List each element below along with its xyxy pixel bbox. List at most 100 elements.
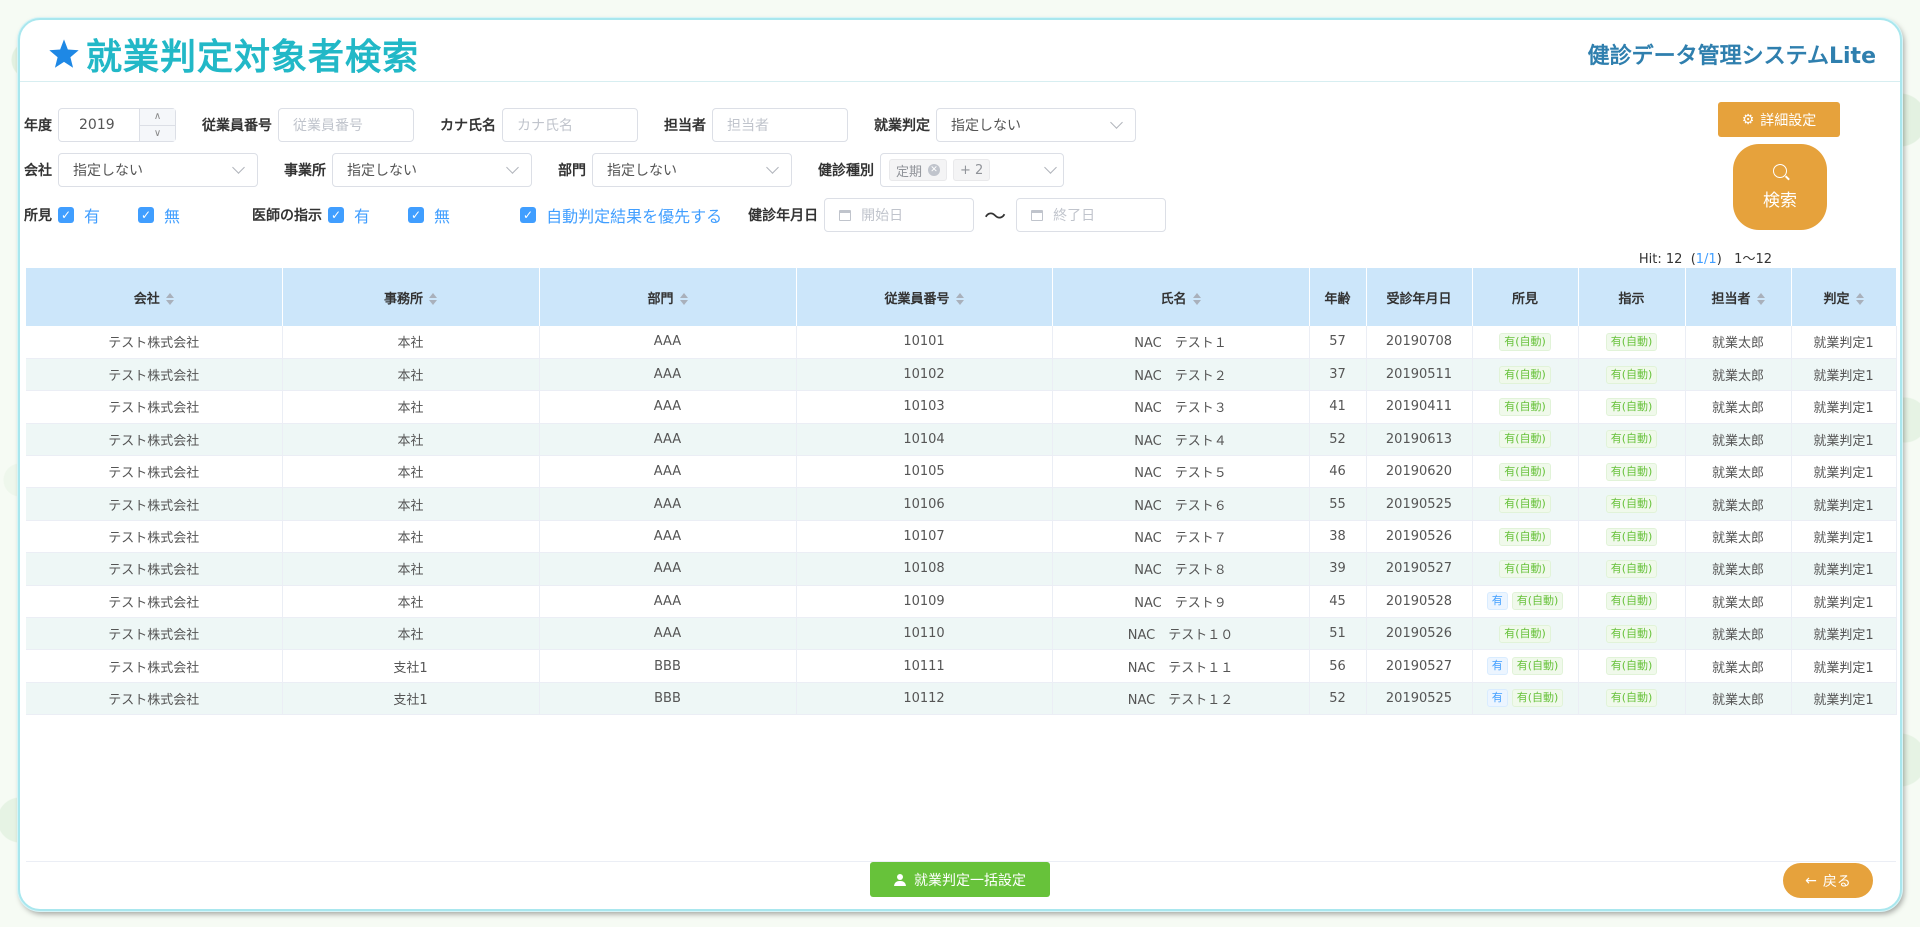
auto-priority-checkbox[interactable]: ✓	[520, 207, 537, 223]
cell-dept: AAA	[539, 585, 797, 619]
cell-staff: 就業太郎	[1685, 423, 1792, 457]
instruction-badge: 有(自動)	[1605, 365, 1658, 384]
detail-settings-label: 詳細設定	[1760, 112, 1817, 129]
sort-icon[interactable]	[1756, 293, 1765, 305]
date-start-input[interactable]: 開始日	[824, 198, 975, 232]
detail-settings-button[interactable]: ⚙ 詳細設定	[1718, 102, 1840, 137]
hit-range: 1〜12	[1734, 252, 1772, 267]
sort-icon[interactable]	[679, 293, 688, 305]
cell-instruction: 有(自動)	[1578, 326, 1686, 359]
search-button[interactable]: 検索	[1733, 144, 1827, 230]
cell-findings: 有(自動)	[1472, 390, 1579, 424]
column-header-staff[interactable]: 担当者	[1685, 268, 1792, 326]
cell-age: 41	[1309, 390, 1367, 424]
cell-office: 本社	[282, 326, 540, 359]
date-end-input[interactable]: 終了日	[1016, 198, 1167, 232]
cell-name: NAC テスト１	[1052, 326, 1310, 359]
sort-icon[interactable]	[429, 293, 437, 305]
table-row[interactable]: テスト株式会社 本社 AAA 10103 NAC テスト３ 41 20190411 有(自動)…	[26, 390, 1897, 424]
findings-no-checkbox[interactable]: ✓	[138, 207, 155, 223]
cell-employee-no: 10105	[796, 455, 1053, 489]
cell-age: 39	[1309, 552, 1367, 586]
year-stepper[interactable]: 2019 ∧ ∨	[58, 108, 176, 142]
cell-employee-no: 10102	[796, 358, 1053, 392]
findings-label: 所見	[24, 208, 52, 224]
judgement-select[interactable]: 指定しない	[936, 108, 1136, 142]
table-row[interactable]: テスト株式会社 本社 AAA 10105 NAC テスト５ 46 20190620 有(自動)…	[26, 455, 1897, 489]
table-row[interactable]: テスト株式会社 本社 AAA 10104 NAC テスト４ 52 20190613 有(自動)…	[26, 423, 1897, 457]
findings-badge: 有(自動)	[1499, 430, 1551, 449]
doctor-yes-label: 有	[354, 207, 371, 226]
cell-office: 本社	[282, 423, 540, 457]
table-row[interactable]: テスト株式会社 本社 AAA 10106 NAC テスト６ 55 20190525 有(自動)…	[26, 487, 1897, 521]
dept-select[interactable]: 指定しない	[592, 153, 792, 187]
page-title: 就業判定対象者検索	[86, 37, 420, 78]
table-row[interactable]: テスト株式会社 本社 AAA 10107 NAC テスト７ 38 20190526 有(自動)…	[26, 520, 1897, 554]
column-header-company[interactable]: 会社	[26, 268, 283, 326]
cell-dept: AAA	[539, 423, 797, 457]
staff-input[interactable]: 担当者	[712, 108, 848, 142]
table-row[interactable]: テスト株式会社 本社 AAA 10109 NAC テスト９ 45 20190528 有有(自動…	[26, 585, 1897, 619]
checkup-type-label: 健診種別	[818, 163, 874, 179]
office-select[interactable]: 指定しない	[332, 153, 532, 187]
back-button[interactable]: ← 戻る	[1783, 863, 1873, 898]
hit-page[interactable]: 1/1	[1696, 252, 1717, 267]
cell-instruction: 有(自動)	[1578, 520, 1686, 554]
doctor-yes-checkbox[interactable]: ✓	[328, 207, 345, 223]
sort-icon[interactable]	[165, 293, 174, 305]
office-label: 事業所	[284, 163, 326, 179]
employee-no-input[interactable]: 従業員番号	[278, 108, 414, 142]
cell-name: NAC テスト２	[1052, 358, 1310, 392]
cell-dept: BBB	[539, 682, 797, 716]
cell-judgement: 就業判定1	[1791, 326, 1897, 359]
stepper-up-icon[interactable]: ∧	[140, 109, 175, 125]
column-header-employee-no[interactable]: 従業員番号	[796, 268, 1053, 326]
cell-staff: 就業太郎	[1685, 358, 1792, 392]
instruction-badge: 有(自動)	[1605, 559, 1658, 578]
doctor-no-checkbox[interactable]: ✓	[408, 207, 425, 223]
cell-office: 本社	[282, 585, 540, 619]
sort-icon[interactable]	[955, 293, 964, 305]
cell-company: テスト株式会社	[26, 326, 283, 359]
cell-office: 本社	[282, 617, 540, 651]
cell-employee-no: 10109	[796, 585, 1053, 619]
kana-input[interactable]: カナ氏名	[502, 108, 638, 142]
sort-icon[interactable]	[1192, 293, 1201, 305]
table-row[interactable]: テスト株式会社 支社1 BBB 10111 NAC テスト１１ 56 20190527 有有(…	[26, 649, 1897, 683]
checkup-type-more-tag: + 2	[953, 159, 991, 181]
cell-dept: AAA	[539, 358, 797, 392]
cell-instruction: 有(自動)	[1578, 487, 1686, 521]
column-header-judgement[interactable]: 判定	[1791, 268, 1897, 326]
cell-instruction: 有(自動)	[1578, 682, 1686, 716]
company-select[interactable]: 指定しない	[58, 153, 258, 187]
table-row[interactable]: テスト株式会社 本社 AAA 10101 NAC テスト１ 57 20190708 有(自動)…	[26, 326, 1897, 359]
instruction-badge: 有(自動)	[1605, 592, 1658, 611]
column-header-office[interactable]: 事務所	[282, 268, 540, 326]
cell-name: NAC テスト１２	[1052, 682, 1310, 716]
table-row[interactable]: テスト株式会社 本社 AAA 10102 NAC テスト２ 37 20190511 有(自動)…	[26, 358, 1897, 392]
table-row[interactable]: テスト株式会社 支社1 BBB 10112 NAC テスト１２ 52 20190525 有有(…	[26, 682, 1897, 716]
cell-date: 20190411	[1366, 390, 1473, 424]
cell-age: 45	[1309, 585, 1367, 619]
instruction-badge: 有(自動)	[1605, 462, 1658, 481]
cell-findings: 有(自動)	[1472, 326, 1579, 359]
bulk-judgement-button[interactable]: 就業判定一括設定	[870, 862, 1050, 897]
findings-yes-checkbox[interactable]: ✓	[58, 207, 74, 223]
cell-office: 支社1	[282, 682, 540, 716]
stepper-down-icon[interactable]: ∨	[140, 124, 175, 142]
findings-badge: 有(自動)	[1511, 657, 1564, 676]
column-header-dept[interactable]: 部門	[539, 268, 797, 326]
filter-row-1: 年度 2019 ∧ ∨ 従業員番号 従業員番号 カナ氏名 カナ氏名 担当者 担当…	[24, 108, 1136, 142]
date-end-placeholder: 終了日	[1053, 208, 1096, 224]
dept-select-value: 指定しない	[607, 163, 677, 179]
cell-employee-no: 10107	[796, 520, 1053, 554]
table-row[interactable]: テスト株式会社 本社 AAA 10108 NAC テスト８ 39 20190527 有(自動)…	[26, 552, 1897, 586]
table-row[interactable]: テスト株式会社 本社 AAA 10110 NAC テスト１０ 51 20190526 有(自動…	[26, 617, 1897, 651]
filter-row-2: 会社 指定しない 事業所 指定しない 部門 指定しない 健診種別 定期 ✕ + …	[24, 153, 1064, 187]
sort-icon[interactable]	[1855, 293, 1864, 305]
column-header-name[interactable]: 氏名	[1052, 268, 1310, 326]
close-icon[interactable]: ✕	[928, 164, 941, 176]
office-select-value: 指定しない	[347, 163, 417, 179]
checkup-type-select[interactable]: 定期 ✕ + 2	[880, 153, 1064, 187]
system-name: 健診データ管理システムLite	[1587, 44, 1876, 69]
